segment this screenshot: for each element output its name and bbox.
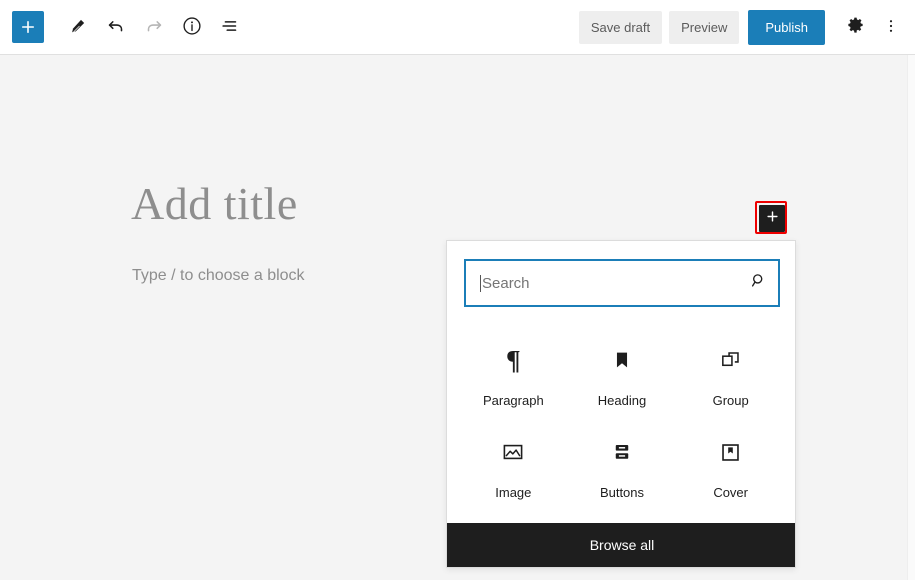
undo-arrow-icon <box>105 15 127 40</box>
add-block-button[interactable] <box>12 11 44 43</box>
block-inserter-toggle[interactable] <box>755 201 787 234</box>
block-types-grid: ¶ Paragraph Heading <box>459 329 785 513</box>
redo-button[interactable] <box>136 9 172 45</box>
overlapping-squares-icon <box>719 343 742 377</box>
search-input[interactable]: Search <box>464 259 780 307</box>
three-dots-vertical-icon <box>882 17 900 38</box>
block-editor-app: Save draft Preview Publish <box>0 0 915 580</box>
block-item-label: Image <box>495 486 531 499</box>
block-item-label: Paragraph <box>483 394 544 407</box>
block-item-group[interactable]: Group <box>676 329 785 421</box>
browse-all-button[interactable]: Browse all <box>447 523 796 567</box>
more-options-button[interactable] <box>873 9 909 45</box>
search-magnifier-icon <box>749 271 768 295</box>
list-view-button[interactable] <box>212 9 248 45</box>
undo-button[interactable] <box>98 9 134 45</box>
block-item-label: Group <box>713 394 749 407</box>
plus-icon <box>765 209 780 229</box>
header-left-tools <box>0 9 248 45</box>
post-title-placeholder[interactable]: Add title <box>131 174 298 234</box>
canvas-scrollbar-rail[interactable] <box>907 55 915 580</box>
header-right-actions: Save draft Preview Publish <box>579 0 909 54</box>
bookmark-icon <box>611 343 633 377</box>
editor-header: Save draft Preview Publish <box>0 0 915 55</box>
block-item-cover[interactable]: Cover <box>676 421 785 513</box>
search-placeholder: Search <box>482 276 738 291</box>
gear-icon <box>846 16 865 38</box>
block-item-paragraph[interactable]: ¶ Paragraph <box>459 329 568 421</box>
text-caret <box>480 275 481 292</box>
save-draft-button[interactable]: Save draft <box>579 11 662 44</box>
block-item-heading[interactable]: Heading <box>568 329 677 421</box>
cover-icon <box>719 435 742 469</box>
redo-arrow-icon <box>143 15 165 40</box>
publish-button[interactable]: Publish <box>748 10 825 45</box>
block-inserter-toggle-inner <box>759 205 785 232</box>
pencil-icon <box>68 16 88 39</box>
block-item-label: Cover <box>713 486 748 499</box>
block-item-buttons[interactable]: Buttons <box>568 421 677 513</box>
search-button[interactable] <box>738 261 778 305</box>
preview-button[interactable]: Preview <box>669 11 739 44</box>
list-view-icon <box>219 15 241 40</box>
image-icon <box>501 435 525 469</box>
info-circle-icon <box>181 15 203 40</box>
pilcrow-icon: ¶ <box>506 343 521 377</box>
block-item-image[interactable]: Image <box>459 421 568 513</box>
block-item-label: Heading <box>598 394 646 407</box>
block-inserter-popover: Search ¶ Paragraph <box>446 240 796 568</box>
buttons-icon <box>611 435 633 469</box>
edit-tool-button[interactable] <box>60 9 96 45</box>
settings-button[interactable] <box>837 9 873 45</box>
block-item-label: Buttons <box>600 486 644 499</box>
plus-icon <box>19 18 37 36</box>
details-button[interactable] <box>174 9 210 45</box>
paragraph-block-placeholder[interactable]: Type / to choose a block <box>132 264 305 288</box>
